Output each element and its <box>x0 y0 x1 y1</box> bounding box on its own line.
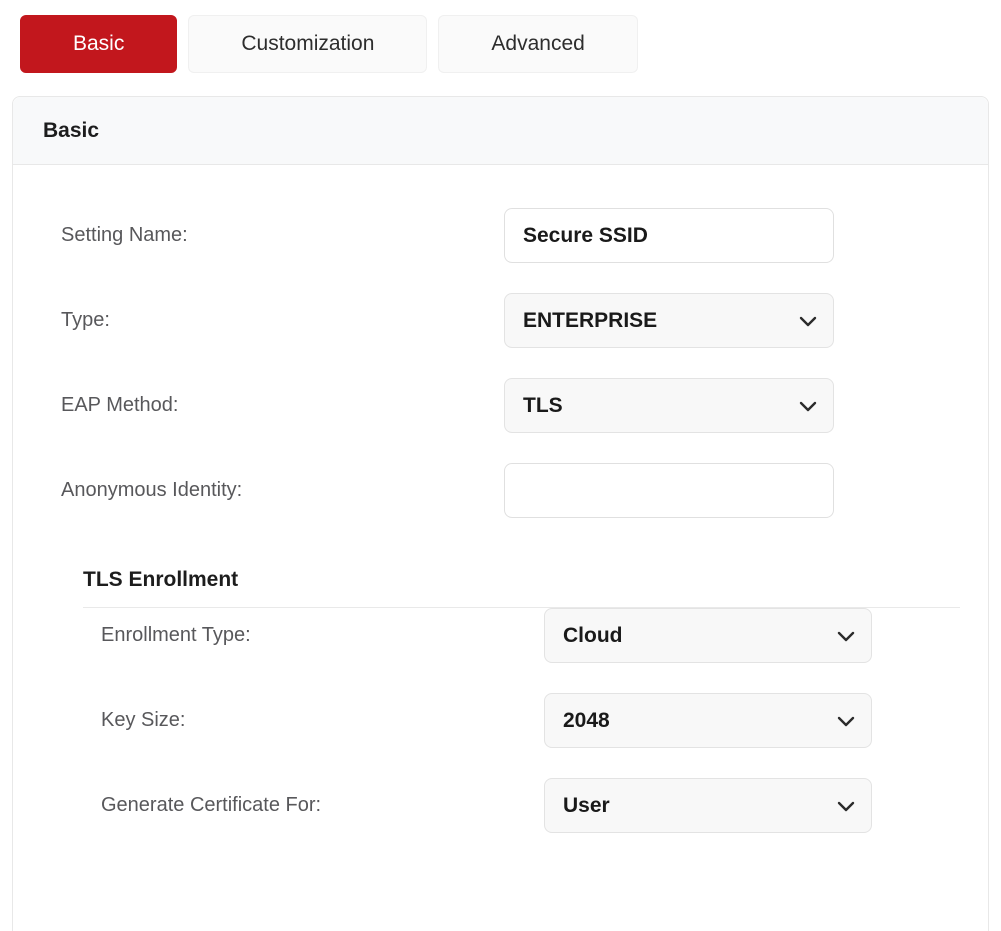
generate-certificate-for-label: Generate Certificate For: <box>101 794 322 816</box>
enrollment-type-select[interactable]: Cloud <box>544 608 872 663</box>
tab-basic[interactable]: Basic <box>20 15 178 73</box>
tab-advanced[interactable]: Advanced <box>438 15 638 73</box>
key-size-label: Key Size: <box>101 709 186 731</box>
panel-title: Basic <box>43 118 100 142</box>
form-row-anonymous-identity: Anonymous Identity: <box>61 463 988 518</box>
generate-certificate-for-select[interactable]: User <box>544 778 872 833</box>
form-row-type: Type: ENTERPRISE <box>61 293 988 348</box>
tls-enrollment-section: TLS Enrollment Enrollment Type: Cloud Ke… <box>83 568 960 833</box>
setting-name-input[interactable] <box>504 208 834 263</box>
tls-enrollment-title: TLS Enrollment <box>83 568 239 591</box>
form-row-key-size: Key Size: 2048 <box>101 693 960 748</box>
enrollment-type-label: Enrollment Type: <box>101 624 251 646</box>
panel-header: Basic <box>13 97 988 165</box>
type-select[interactable]: ENTERPRISE <box>504 293 834 348</box>
type-select-wrap: ENTERPRISE <box>504 293 834 348</box>
eap-method-select[interactable]: TLS <box>504 378 834 433</box>
basic-panel: Basic Setting Name: Type: ENTERPRISE EAP… <box>12 96 989 931</box>
anonymous-identity-input[interactable] <box>504 463 834 518</box>
eap-method-select-wrap: TLS <box>504 378 834 433</box>
setting-name-label: Setting Name: <box>61 224 188 246</box>
eap-method-label: EAP Method: <box>61 394 179 416</box>
anonymous-identity-label: Anonymous Identity: <box>61 479 243 501</box>
key-size-select[interactable]: 2048 <box>544 693 872 748</box>
enrollment-type-select-wrap: Cloud <box>544 608 872 663</box>
panel-body: Setting Name: Type: ENTERPRISE EAP Metho… <box>13 165 988 893</box>
key-size-select-wrap: 2048 <box>544 693 872 748</box>
form-row-eap-method: EAP Method: TLS <box>61 378 988 433</box>
form-row-enrollment-type: Enrollment Type: Cloud <box>101 608 960 663</box>
form-row-setting-name: Setting Name: <box>61 208 988 263</box>
tab-bar: Basic Customization Advanced <box>0 0 1001 73</box>
type-label: Type: <box>61 309 110 331</box>
tab-customization[interactable]: Customization <box>188 15 428 73</box>
form-row-generate-certificate-for: Generate Certificate For: User <box>101 778 960 833</box>
generate-certificate-for-select-wrap: User <box>544 778 872 833</box>
